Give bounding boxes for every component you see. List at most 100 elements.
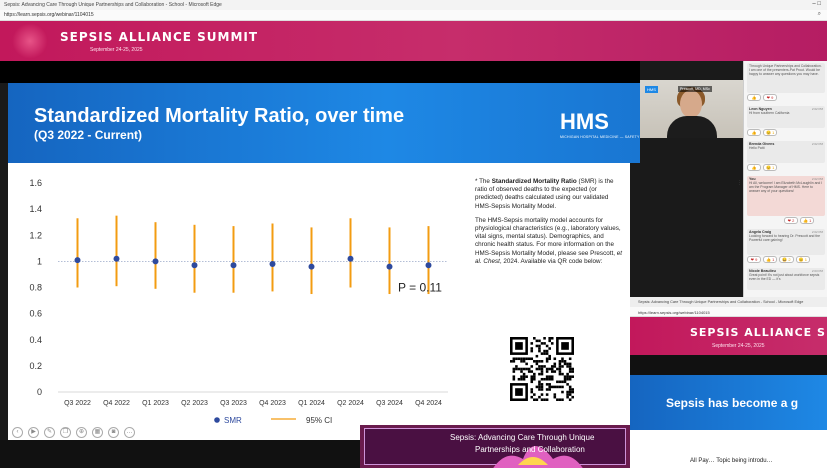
qr-module <box>550 367 554 371</box>
reaction-button[interactable]: 👍 1 <box>763 256 778 263</box>
qr-module <box>522 372 526 376</box>
chat-timestamp: 2:02 PM <box>811 177 823 181</box>
y-tick-label: 0.8 <box>29 283 42 293</box>
qr-module <box>563 375 567 378</box>
qr-module <box>520 375 523 378</box>
qr-module <box>535 344 539 348</box>
camera-icon[interactable]: ◙ <box>108 427 119 438</box>
qr-module <box>515 357 518 361</box>
qr-module <box>512 370 516 373</box>
qr-module <box>530 395 534 399</box>
y-tick-label: 0 <box>37 387 42 397</box>
reaction-button[interactable]: 😊 1 <box>763 129 778 136</box>
qr-module <box>538 385 541 389</box>
chat-message: Nicole Beaulieu 2:03 PM Great point! It's … <box>747 268 825 290</box>
chat-reactions: 👍 ❤ 9 <box>747 94 777 101</box>
reaction-button[interactable]: 😀 2 <box>779 256 794 263</box>
reaction-button[interactable]: ❤ 9 <box>763 94 777 101</box>
qr-module <box>538 360 541 363</box>
address-bar[interactable]: https://learn.sepsis.org/webinar/1104015… <box>0 10 827 21</box>
chat-message: Through Unique Partnerships and Collabor… <box>747 63 825 93</box>
url-text[interactable]: https://learn.sepsis.org/webinar/1104015 <box>4 12 94 18</box>
win2-url[interactable]: https://learn.sepsis.org/webinar/1104015 <box>630 307 827 317</box>
x-tick-label: Q4 2024 <box>415 400 442 407</box>
reaction-button[interactable]: 😊 1 <box>763 164 778 171</box>
qr-module <box>558 380 562 384</box>
qr-module <box>530 377 534 381</box>
qr-module <box>561 360 564 363</box>
smr-point <box>191 262 198 269</box>
qr-module <box>543 337 546 340</box>
qr-module <box>566 375 569 378</box>
reaction-button[interactable]: ❤ 9 <box>747 256 761 263</box>
speaker-face <box>680 90 702 118</box>
secondary-browser-window[interactable]: Sepsis: Advancing Care Through Unique Pa… <box>630 297 827 468</box>
window-controls[interactable]: – □ <box>812 1 821 7</box>
qr-module <box>535 362 539 366</box>
chat-reactions: 👍 😊 1 <box>747 129 778 136</box>
qr-module <box>558 398 562 401</box>
qr-module <box>530 375 534 378</box>
search-icon[interactable]: ⌕ <box>818 11 821 18</box>
qr-module <box>515 367 518 371</box>
qr-module <box>543 349 546 353</box>
qr-module <box>553 395 557 399</box>
reaction-button[interactable]: 👍 <box>747 94 761 101</box>
chat-text: Hi All, welcome! I am Elizabeth McLaughl… <box>749 181 823 194</box>
qr-module <box>522 377 526 381</box>
reaction-button[interactable]: 👍 <box>747 164 761 171</box>
smr-point <box>230 262 237 269</box>
slide-title: Standardized Mortality Ratio, over time <box>34 105 405 127</box>
qr-module <box>568 362 572 366</box>
qr-module <box>540 385 544 389</box>
play-icon[interactable]: ▶ <box>28 427 39 438</box>
reaction-button[interactable]: 👍 1 <box>800 217 815 224</box>
qr-module <box>571 375 574 378</box>
qr-module <box>535 367 539 371</box>
y-tick-label: 1.6 <box>29 178 42 188</box>
qr-module <box>512 377 516 381</box>
qr-module <box>545 370 549 373</box>
qr-module <box>568 385 572 389</box>
qr-module <box>533 398 536 401</box>
y-tick-label: 0.4 <box>29 335 42 345</box>
window-title: Sepsis: Advancing Care Through Unique Pa… <box>4 2 222 8</box>
y-tick-label: 0.2 <box>29 361 42 371</box>
qr-module <box>556 398 559 401</box>
qr-module <box>512 360 516 363</box>
message-options-icon[interactable]: ⋮ <box>737 180 742 186</box>
qr-module <box>540 388 544 391</box>
qr-module <box>545 344 549 348</box>
win2-banner-date: September 24-25, 2025 <box>712 343 765 349</box>
qr-module <box>545 349 549 353</box>
qr-code[interactable] <box>510 337 574 401</box>
qr-finder-core <box>515 342 523 350</box>
qr-module <box>520 370 523 373</box>
qr-module <box>550 337 554 340</box>
qr-module <box>556 380 559 384</box>
qr-module <box>522 360 526 363</box>
zoom-icon[interactable]: ⊕ <box>76 427 87 438</box>
copy-icon[interactable]: ❐ <box>60 427 71 438</box>
chat-panel[interactable]: Through Unique Partnerships and Collabor… <box>743 61 827 297</box>
win2-slide-text: Sepsis has become a g <box>666 396 799 410</box>
qr-module <box>545 398 549 401</box>
reaction-button[interactable]: 😊 1 <box>795 256 810 263</box>
back-icon[interactable]: ‹ <box>12 427 23 438</box>
qr-module <box>540 352 544 355</box>
reaction-button[interactable]: ❤ 2 <box>784 217 798 224</box>
pen-icon[interactable]: ✎ <box>44 427 55 438</box>
more-icon[interactable]: … <box>124 427 135 438</box>
qr-module <box>525 357 528 361</box>
reaction-button[interactable]: 👍 <box>747 129 761 136</box>
qr-module <box>540 393 544 396</box>
qr-module <box>512 367 516 371</box>
chat-timestamp: 2:02 PM <box>811 230 823 234</box>
qr-module <box>525 362 528 366</box>
qr-module <box>561 365 564 368</box>
grid-icon[interactable]: ▦ <box>92 427 103 438</box>
chat-message: You 2:02 PM Hi All, welcome! I am Elizabet… <box>747 176 825 216</box>
smr-point <box>74 257 81 264</box>
y-tick-label: 1.4 <box>29 204 42 214</box>
qr-module <box>563 377 567 381</box>
